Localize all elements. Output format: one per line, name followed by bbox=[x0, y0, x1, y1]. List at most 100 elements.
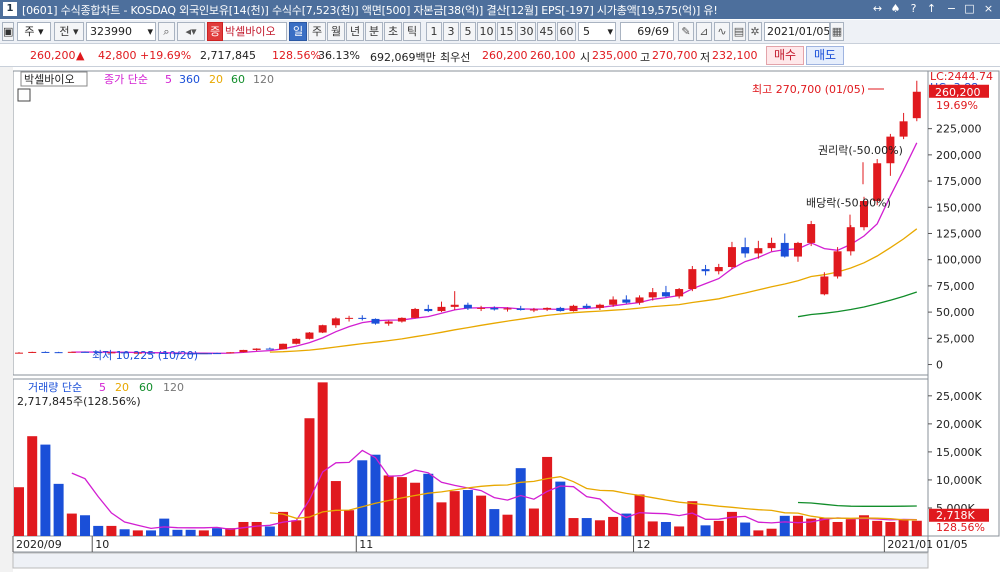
price-legend-period: 60 bbox=[231, 73, 245, 86]
price-legend-period: 5 bbox=[165, 73, 172, 86]
volume-bar bbox=[555, 481, 566, 536]
volume-bar bbox=[396, 477, 407, 536]
vol-legend-value: 2,717,845주(128.56%) bbox=[17, 395, 141, 408]
candle-body bbox=[41, 351, 50, 353]
volume-bar bbox=[687, 501, 698, 536]
stock-name: 박셀바이오 bbox=[223, 22, 287, 41]
help-icon[interactable]: ? bbox=[906, 2, 921, 17]
candle-body bbox=[899, 121, 908, 137]
volume-bar bbox=[766, 528, 777, 536]
candle-body bbox=[741, 247, 750, 254]
chart-svg[interactable]: 0 25,000 50,000 75,000 100,000 125,000 150,000… bbox=[0, 67, 1000, 572]
window-title: [0601] 수식종합차트 - KOSDAQ 외국인보유[14(천)] 수식수[… bbox=[22, 4, 718, 17]
code-input[interactable]: 323990 ▾ bbox=[86, 22, 156, 41]
pin-icon[interactable]: ♠ bbox=[888, 2, 903, 17]
candle-body bbox=[529, 309, 538, 311]
calendar-icon[interactable]: ▦ bbox=[830, 22, 844, 41]
candle-body bbox=[67, 351, 76, 353]
scope-label: 전 bbox=[59, 25, 70, 38]
candle-body bbox=[543, 307, 552, 310]
search-icon[interactable]: ⌕ bbox=[158, 22, 175, 41]
candle-body bbox=[675, 289, 684, 297]
candle-body bbox=[477, 307, 486, 309]
vol-legend-period: 120 bbox=[163, 381, 184, 394]
period-tab[interactable]: 주 bbox=[308, 22, 326, 41]
info-icon[interactable]: ↑ bbox=[924, 2, 939, 17]
volume-bar bbox=[515, 468, 526, 536]
volume-bar bbox=[106, 525, 117, 536]
candle-body bbox=[820, 276, 829, 295]
rights-annotation: 권리락(-50.00%) bbox=[818, 144, 903, 157]
minute-button[interactable]: 10 bbox=[477, 22, 496, 41]
volume-bar bbox=[344, 510, 355, 536]
pen-icon[interactable]: ✎ bbox=[678, 22, 694, 41]
ask-price: 260,200 bbox=[482, 49, 528, 62]
minute-button[interactable]: 1 bbox=[426, 22, 442, 41]
volume-bar bbox=[832, 521, 843, 536]
up-arrow-icon: ▲ bbox=[76, 49, 85, 62]
candle-body bbox=[411, 308, 420, 318]
candle-body bbox=[503, 308, 512, 310]
candle-body bbox=[754, 248, 763, 254]
volume-bar bbox=[740, 522, 751, 536]
maximize-icon[interactable]: □ bbox=[962, 2, 977, 17]
custom-interval-select[interactable]: 5 ▾ bbox=[578, 22, 616, 41]
close-icon[interactable]: × bbox=[981, 2, 996, 17]
lock-icon[interactable]: ▣ bbox=[2, 22, 14, 41]
minute-button[interactable]: 15 bbox=[497, 22, 516, 41]
volume-bar bbox=[383, 475, 394, 536]
gear-icon[interactable]: ✲ bbox=[748, 22, 762, 41]
chart-type-icon[interactable]: ⊿ bbox=[696, 22, 712, 41]
candle-body bbox=[437, 306, 446, 312]
candle-body bbox=[331, 318, 340, 326]
speaker-icon[interactable]: ◂▾ bbox=[177, 22, 205, 41]
period-select[interactable]: 주 ▾ bbox=[17, 22, 51, 41]
volume-bar bbox=[330, 481, 341, 536]
vol-legend-main: 거래량 단순 bbox=[28, 381, 82, 394]
minute-button[interactable]: 45 bbox=[537, 22, 556, 41]
volume-bar bbox=[792, 515, 803, 536]
period-tab[interactable]: 년 bbox=[346, 22, 364, 41]
period-tab[interactable]: 분 bbox=[365, 22, 383, 41]
price-legend-period: 20 bbox=[209, 73, 223, 86]
window-titlebar: 1 [0601] 수식종합차트 - KOSDAQ 외국인보유[14(천)] 수식… bbox=[0, 0, 1000, 19]
minimize-icon[interactable]: − bbox=[944, 2, 959, 17]
volume-bar bbox=[713, 520, 724, 536]
count-input[interactable]: 69/69 bbox=[620, 22, 674, 41]
minute-button[interactable]: 3 bbox=[443, 22, 459, 41]
vol-legend-period: 20 bbox=[115, 381, 129, 394]
period-tab[interactable]: 월 bbox=[327, 22, 345, 41]
candle-body bbox=[252, 348, 261, 350]
buy-button[interactable]: 매수 bbox=[766, 46, 804, 65]
date-input[interactable]: 2021/01/05 bbox=[764, 22, 830, 41]
volume-bar bbox=[872, 520, 883, 536]
y-tick-label: 100,000 bbox=[936, 254, 982, 267]
save-icon[interactable]: ▤ bbox=[732, 22, 746, 41]
scope-button[interactable]: 전 ▾ bbox=[54, 22, 84, 41]
quote-bar: 260,200 ▲ 42,800 +19.69% 2,717,845 128.5… bbox=[0, 45, 1000, 67]
minute-button[interactable]: 30 bbox=[517, 22, 536, 41]
period-tab[interactable]: 일 bbox=[289, 22, 307, 41]
y-tick-label: 150,000 bbox=[936, 201, 982, 214]
candle-body bbox=[793, 242, 802, 257]
change-rate: +19.69% bbox=[140, 49, 192, 62]
current-price: 260,200 bbox=[30, 49, 76, 62]
price-legend-main: 종가 단순 bbox=[104, 73, 148, 86]
minute-button[interactable]: 5 bbox=[460, 22, 476, 41]
volume-bar bbox=[304, 418, 315, 536]
bid-price: 260,100 bbox=[530, 49, 576, 62]
stock-badge: 증 bbox=[207, 22, 223, 41]
sell-button[interactable]: 매도 bbox=[806, 46, 844, 65]
period-tab[interactable]: 초 bbox=[384, 22, 402, 41]
chart-area[interactable]: 0 25,000 50,000 75,000 100,000 125,000 150,000… bbox=[0, 67, 1000, 572]
y-tick-label: 125,000 bbox=[936, 227, 982, 240]
low-label: 저 bbox=[700, 51, 711, 64]
y-tick-label: 175,000 bbox=[936, 175, 982, 188]
link-icon[interactable]: ↔ bbox=[870, 2, 885, 17]
period-tab[interactable]: 틱 bbox=[403, 22, 421, 41]
volume-bar bbox=[40, 444, 51, 536]
left-strip bbox=[0, 67, 13, 572]
minute-button[interactable]: 60 bbox=[557, 22, 576, 41]
volume-bar bbox=[66, 513, 77, 536]
wave-icon[interactable]: ∿ bbox=[714, 22, 730, 41]
